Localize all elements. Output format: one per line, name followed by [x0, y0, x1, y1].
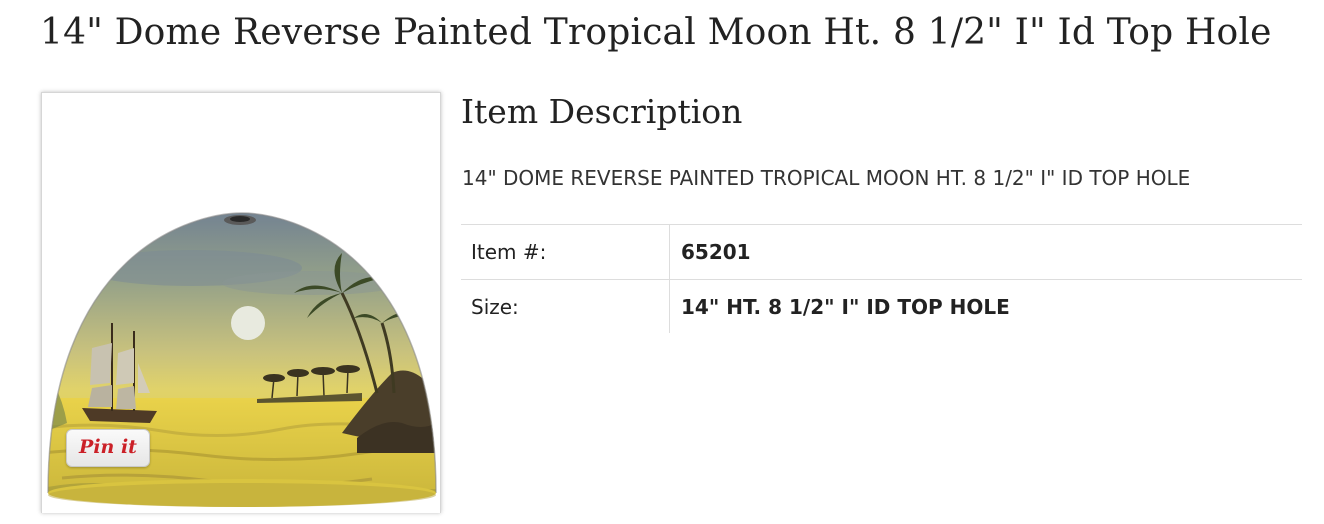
description-text: 14" DOME REVERSE PAINTED TROPICAL MOON H…: [462, 166, 1191, 190]
page-title: 14" Dome Reverse Painted Tropical Moon H…: [40, 12, 1272, 53]
spec-value: 14" HT. 8 1/2" I" ID TOP HOLE: [681, 294, 1010, 319]
pin-it-button[interactable]: Pin it: [66, 429, 150, 467]
spec-row-size: Size: 14" HT. 8 1/2" I" ID TOP HOLE: [461, 279, 1302, 333]
product-image-frame[interactable]: Pin it: [41, 92, 441, 513]
spec-value: 65201: [681, 240, 751, 264]
description-heading: Item Description: [461, 92, 743, 131]
spec-table: Item #: 65201 Size: 14" HT. 8 1/2" I" ID…: [461, 224, 1302, 333]
spec-label: Size:: [461, 279, 670, 333]
spec-label: Item #:: [461, 224, 670, 280]
spec-row-item-number: Item #: 65201: [461, 224, 1302, 280]
